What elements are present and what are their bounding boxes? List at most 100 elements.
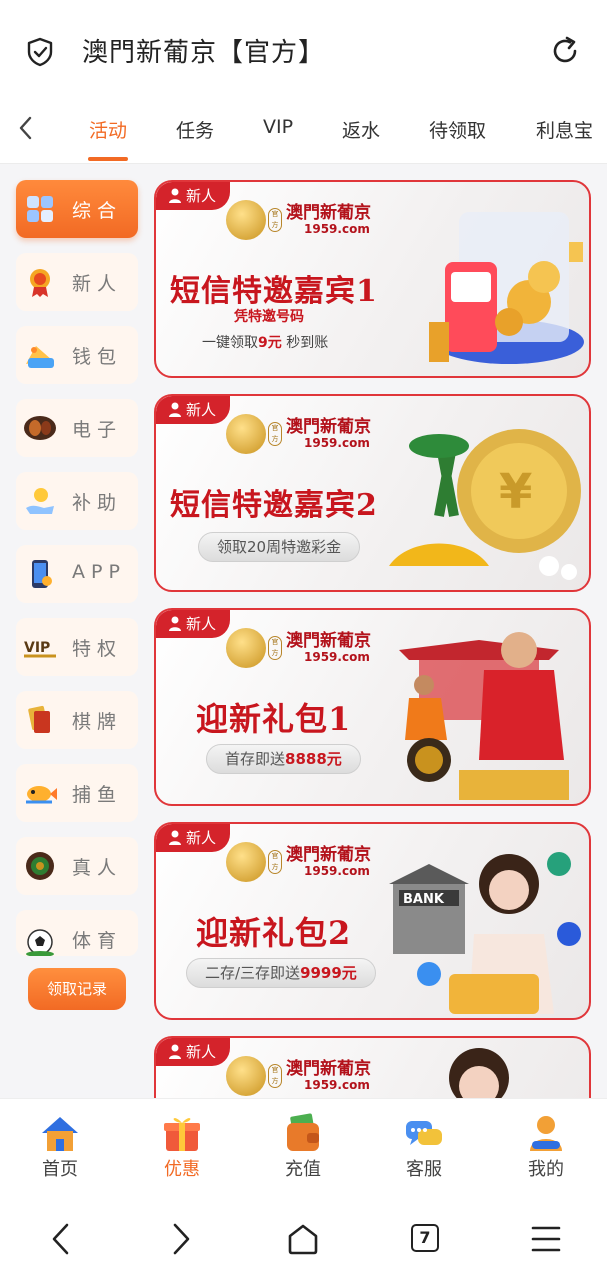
nav-label: 客服 xyxy=(406,1159,442,1180)
description-amount: 9元 xyxy=(258,335,282,351)
logo-coin-icon xyxy=(226,628,266,668)
forward-icon[interactable] xyxy=(168,1222,194,1256)
user-icon xyxy=(169,402,181,417)
category-label: 新人 xyxy=(72,273,123,295)
brand-logo: 官方 澳門新葡京 1959.com xyxy=(226,198,376,244)
category-wallet[interactable]: 钱包 xyxy=(16,326,138,384)
banner-subtitle: 凭特邀号码 xyxy=(234,309,304,325)
category-label: 棋牌 xyxy=(72,711,123,733)
tab-count-button[interactable]: 7 xyxy=(411,1224,439,1252)
nav-promotions[interactable]: 优惠 xyxy=(142,1113,222,1181)
promo-banner[interactable]: 新人 官方 澳門新葡京 1959.com 短信特邀嘉宾1 凭特邀号码 一键领取9… xyxy=(154,180,591,378)
coin-hand-icon xyxy=(26,488,54,514)
reload-icon[interactable] xyxy=(548,34,582,68)
description-suffix: 秒到账 xyxy=(281,335,329,351)
brand-logo: 官方 澳門新葡京 1959.com xyxy=(226,1054,376,1100)
cards-icon xyxy=(28,705,50,733)
page-title[interactable]: 澳門新葡京【官方】 xyxy=(82,32,325,69)
category-all[interactable]: 综合 xyxy=(16,180,138,238)
tag-label: 新人 xyxy=(186,1043,217,1061)
brand-logo: 官方 澳門新葡京 1959.com xyxy=(226,626,376,672)
category-app[interactable]: APP xyxy=(16,545,138,603)
bank-woman-illustration: BANK xyxy=(389,852,581,1014)
category-label: 体育 xyxy=(72,930,123,952)
official-badge: 官方 xyxy=(268,422,282,446)
category-fishing[interactable]: 捕鱼 xyxy=(16,764,138,822)
category-newbie[interactable]: 新人 xyxy=(16,253,138,311)
category-slots[interactable]: 电子 xyxy=(16,399,138,457)
brand-name: 澳門新葡京 xyxy=(286,203,371,223)
nav-home[interactable]: 首页 xyxy=(20,1113,100,1181)
claim-record-button[interactable]: 领取记录 xyxy=(28,968,126,1010)
tag-label: 新人 xyxy=(186,829,217,847)
wallet-icon xyxy=(287,1113,319,1151)
banner-headline: 短信特邀嘉宾1 xyxy=(170,274,378,309)
promo-banner[interactable]: 新人 官方 澳門新葡京 1959.com 迎新礼包1 首存即送8888元 xyxy=(154,608,591,806)
roulette-icon xyxy=(26,852,54,880)
official-badge: 官方 xyxy=(268,850,282,874)
back-icon[interactable] xyxy=(48,1222,74,1256)
shield-check-icon[interactable] xyxy=(24,36,56,68)
grid-icon xyxy=(27,196,53,222)
nav-deposit[interactable]: 充值 xyxy=(263,1113,343,1181)
banner-pill: 首存即送8888元 xyxy=(206,744,361,774)
nav-label: 充值 xyxy=(285,1159,321,1180)
tag-label: 新人 xyxy=(186,615,217,633)
new-user-tag: 新人 xyxy=(156,610,230,638)
nav-label: 我的 xyxy=(528,1159,564,1180)
banner-pill: 领取20周特邀彩金 xyxy=(198,532,361,562)
description-prefix: 一键领取 xyxy=(202,335,258,351)
category-label: APP xyxy=(72,561,126,583)
pill-prefix: 首存即送 xyxy=(225,750,286,768)
user-icon xyxy=(530,1116,562,1151)
tag-label: 新人 xyxy=(186,187,217,205)
category-subsidy[interactable]: 补助 xyxy=(16,472,138,530)
tab-tasks[interactable]: 任务 xyxy=(176,116,214,143)
home-icon[interactable] xyxy=(286,1222,320,1256)
nav-support[interactable]: 客服 xyxy=(384,1113,464,1181)
category-label: 综合 xyxy=(72,200,123,222)
gold-coin-car-illustration: ¥ xyxy=(389,429,581,580)
brand-name: 澳門新葡京 xyxy=(286,631,371,651)
chevron-left-icon[interactable] xyxy=(14,114,38,142)
nav-label: 优惠 xyxy=(164,1159,200,1180)
soccer-icon xyxy=(26,929,54,956)
bottom-navigation: 首页 优惠 充值 客服 我的 xyxy=(0,1098,607,1198)
category-privilege[interactable]: VIP 特权 xyxy=(16,618,138,676)
slot-icon xyxy=(24,416,56,440)
category-live[interactable]: 真人 xyxy=(16,837,138,895)
tab-activity[interactable]: 活动 xyxy=(89,116,127,143)
user-icon xyxy=(169,1044,181,1059)
category-label: 钱包 xyxy=(72,346,123,368)
banner-description: 一键领取9元 秒到账 xyxy=(202,332,328,352)
category-sports[interactable]: 体育 xyxy=(16,910,138,956)
brand-domain: 1959.com xyxy=(304,436,370,450)
category-chess[interactable]: 棋牌 xyxy=(16,691,138,749)
phone-icon xyxy=(32,560,52,588)
promo-banner[interactable]: 新人 官方 澳門新葡京 1959.com 短信特邀嘉宾2 领取20周特邀彩金 ¥ xyxy=(154,394,591,592)
wallet-icon xyxy=(26,346,54,368)
tab-vip[interactable]: VIP xyxy=(263,116,293,138)
official-badge: 官方 xyxy=(268,636,282,660)
nav-profile[interactable]: 我的 xyxy=(506,1113,586,1181)
tab-pending[interactable]: 待领取 xyxy=(429,116,486,143)
logo-coin-icon xyxy=(226,1056,266,1096)
new-user-tag: 新人 xyxy=(156,824,230,852)
browser-navigation xyxy=(0,1198,607,1280)
pill-prefix: 二存/三存即送 xyxy=(205,964,301,982)
promo-banner[interactable]: 新人 官方 澳門新葡京 1959.com 迎新礼包2 二存/三存即送9999元 … xyxy=(154,822,591,1020)
category-label: 补助 xyxy=(72,492,123,514)
tab-rebate[interactable]: 返水 xyxy=(342,116,380,143)
gift-icon xyxy=(164,1118,200,1151)
home-icon xyxy=(42,1117,78,1151)
brand-domain: 1959.com xyxy=(304,1078,370,1092)
brand-logo: 官方 澳門新葡京 1959.com xyxy=(226,840,376,886)
brand-name: 澳門新葡京 xyxy=(286,1059,371,1079)
tab-interest[interactable]: 利息宝 xyxy=(536,116,593,143)
menu-icon[interactable] xyxy=(530,1222,562,1256)
brand-domain: 1959.com xyxy=(304,222,370,236)
browser-address-bar: 澳門新葡京【官方】 xyxy=(0,0,607,100)
logo-coin-icon xyxy=(226,200,266,240)
vip-icon: VIP xyxy=(24,640,56,658)
tag-label: 新人 xyxy=(186,401,217,419)
